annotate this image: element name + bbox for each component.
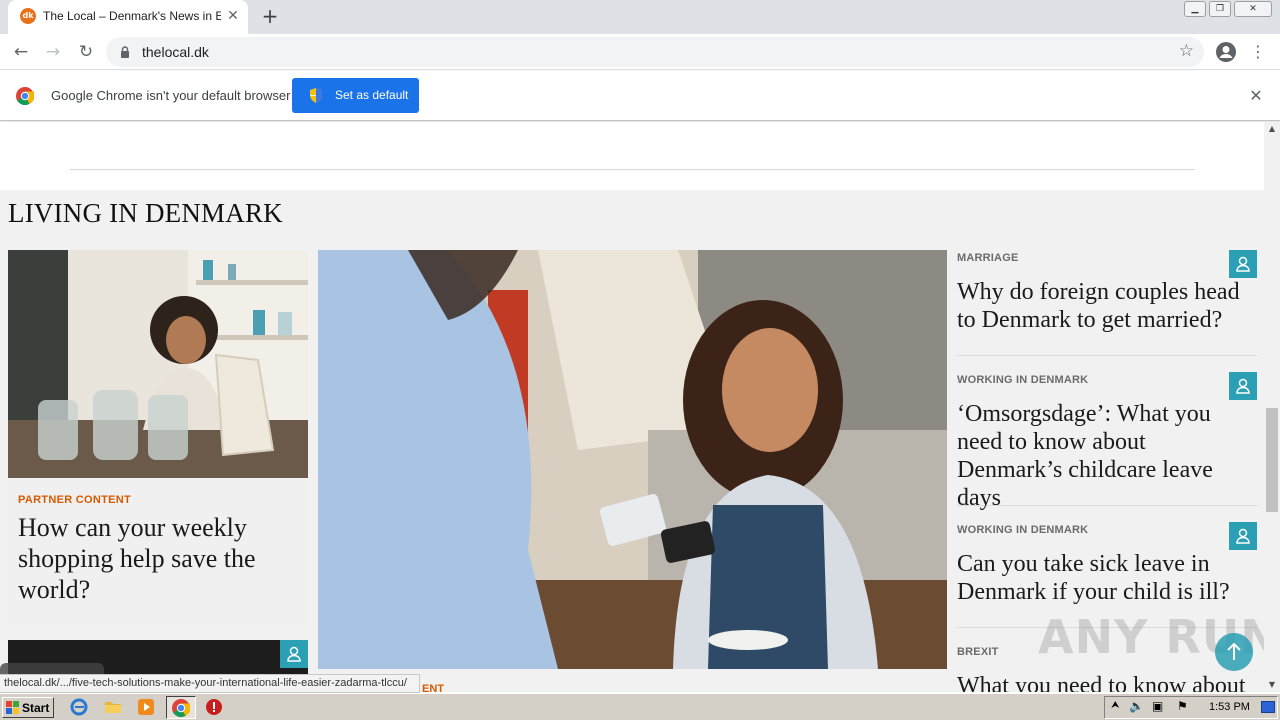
scroll-up-arrow-icon[interactable]: ▲: [1264, 122, 1280, 136]
article-headline[interactable]: ‘Omsorgsdage’: What you need to know abo…: [957, 400, 1253, 512]
default-browser-infobar: Google Chrome isn't your default browser…: [0, 71, 1280, 121]
stop-sign-icon[interactable]: [205, 698, 223, 716]
start-button[interactable]: Start: [2, 697, 54, 718]
minimize-button[interactable]: ▁: [1184, 1, 1206, 17]
show-desktop-icon[interactable]: [1261, 701, 1275, 713]
chrome-taskbar-button[interactable]: [166, 696, 196, 719]
restore-button[interactable]: ❐: [1209, 1, 1231, 17]
address-bar[interactable]: thelocal.dk ☆: [106, 37, 1204, 67]
internet-explorer-icon[interactable]: [70, 698, 88, 716]
scroll-down-arrow-icon[interactable]: ▼: [1264, 678, 1280, 692]
scroll-to-top-icon[interactable]: [1215, 633, 1253, 671]
browser-toolbar: ← → ↻ thelocal.dk ☆ ⋮: [0, 34, 1280, 70]
taskbar-clock[interactable]: 1:53 PM: [1209, 701, 1250, 713]
article-image-shopping[interactable]: [8, 250, 308, 478]
chrome-logo-icon: [16, 87, 34, 105]
partner-article-card[interactable]: PARTNER CONTENT How can your weekly shop…: [8, 250, 308, 626]
tray-expand-icon[interactable]: ⮝: [1111, 700, 1120, 711]
bookmark-star-icon[interactable]: ☆: [1179, 41, 1194, 61]
site-favicon-icon: dk: [20, 8, 36, 24]
user-icon: [1229, 522, 1257, 550]
section-title[interactable]: LIVING IN DENMARK: [8, 198, 283, 229]
link-status-tooltip: thelocal.dk/.../five-tech-solutions-make…: [0, 674, 420, 693]
article-headline[interactable]: Why do foreign couples head to Denmark t…: [957, 278, 1253, 334]
article-kicker[interactable]: PARTNER CONTENT: [18, 494, 131, 506]
chrome-menu-icon[interactable]: ⋮: [1248, 40, 1268, 64]
forward-button[interactable]: →: [41, 40, 65, 64]
action-center-flag-icon[interactable]: ⚑: [1177, 699, 1188, 713]
file-explorer-icon[interactable]: [104, 698, 122, 716]
start-label: Start: [22, 701, 50, 715]
new-tab-button[interactable]: +: [259, 5, 281, 27]
windows-taskbar: Start ⮝ 🔈 ▣ ⚑ 1:53 PM: [0, 693, 1280, 720]
tab-close-icon[interactable]: ✕: [224, 7, 242, 25]
reload-button[interactable]: ↻: [74, 40, 98, 64]
user-icon: [1229, 372, 1257, 400]
set-as-default-label: Set as default: [335, 88, 409, 102]
infobar-message: Google Chrome isn't your default browser: [51, 88, 291, 103]
shield-icon: [310, 88, 322, 103]
close-window-button[interactable]: ✕: [1234, 1, 1272, 17]
hero-article-image[interactable]: [318, 250, 947, 669]
user-icon: [280, 640, 308, 668]
scrollbar-thumb[interactable]: [1266, 408, 1278, 512]
article-headline[interactable]: Can you take sick leave in Denmark if yo…: [957, 550, 1253, 606]
hero-article-kicker[interactable]: ENT: [422, 683, 444, 692]
lock-icon[interactable]: [120, 46, 130, 58]
profile-avatar-icon[interactable]: [1215, 41, 1237, 63]
article-headline[interactable]: How can your weekly shopping help save t…: [18, 512, 298, 605]
network-icon[interactable]: ▣: [1152, 699, 1163, 713]
user-icon: [1229, 250, 1257, 278]
article-kicker[interactable]: WORKING IN DENMARK: [957, 374, 1088, 386]
article-kicker[interactable]: MARRIAGE: [957, 252, 1019, 264]
system-tray: ⮝ 🔈 ▣ ⚑ 1:53 PM: [1104, 696, 1278, 719]
set-as-default-button[interactable]: Set as default: [292, 78, 419, 113]
infobar-close-icon[interactable]: ✕: [1246, 86, 1266, 106]
article-kicker[interactable]: BREXIT: [957, 646, 999, 658]
tab-strip: dk The Local – Denmark's News in English…: [0, 0, 1280, 34]
back-button[interactable]: ←: [9, 40, 33, 64]
page-content: LIVING IN DENMARK PARTNER CONTENT How ca…: [0, 122, 1264, 692]
url-text[interactable]: thelocal.dk: [142, 44, 209, 60]
list-item[interactable]: WORKING IN DENMARK ‘Omsorgsdage’: What y…: [957, 372, 1257, 511]
page-scrollbar[interactable]: ▲ ▼: [1264, 122, 1280, 692]
tab-title: The Local – Denmark's News in English: [43, 9, 221, 23]
media-player-icon[interactable]: [137, 698, 155, 716]
windows-flag-icon: [6, 701, 19, 714]
article-kicker[interactable]: WORKING IN DENMARK: [957, 524, 1088, 536]
article-headline[interactable]: What you need to know about: [957, 672, 1253, 692]
chrome-icon: [172, 699, 190, 717]
volume-icon[interactable]: 🔈: [1129, 699, 1144, 713]
list-item[interactable]: MARRIAGE Why do foreign couples head to …: [957, 250, 1257, 356]
browser-tab[interactable]: dk The Local – Denmark's News in English…: [8, 0, 248, 34]
divider: [70, 169, 1195, 170]
